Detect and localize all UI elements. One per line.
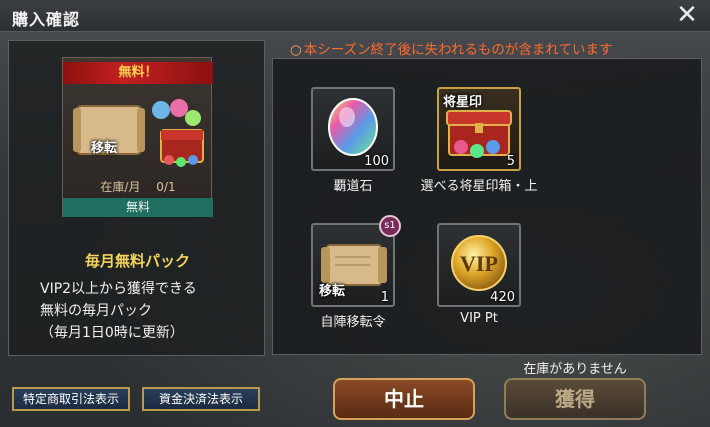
cancel-button[interactable]: 中止 bbox=[333, 378, 475, 420]
reward-item-box: 移転 s1 1 bbox=[311, 215, 401, 307]
reward-item[interactable]: VIP 420 VIP Pt bbox=[437, 223, 521, 326]
pack-description: VIP2以上から獲得できる 無料の毎月パック （毎月1日0時に更新） bbox=[40, 278, 262, 344]
reward-qty: 420 bbox=[490, 290, 515, 305]
pack-stock: 在庫/月 0/1 bbox=[63, 177, 213, 197]
reward-tag: 将星印 bbox=[443, 95, 483, 110]
reward-qty: 1 bbox=[380, 290, 389, 305]
reward-item-box: 100 bbox=[311, 87, 395, 171]
season-badge: s1 bbox=[379, 215, 401, 237]
close-icon[interactable]: ✕ bbox=[674, 2, 700, 28]
reward-item-box: VIP 420 bbox=[437, 223, 521, 307]
pack-free-bar: 無料 bbox=[63, 198, 213, 217]
get-button[interactable]: 獲得 bbox=[504, 378, 646, 420]
pack-desc-line: 無料の毎月パック bbox=[40, 303, 152, 319]
reward-item[interactable]: 100 覇道石 bbox=[311, 87, 395, 194]
reward-item[interactable]: 移転 s1 1 自陣移転令 bbox=[311, 215, 401, 330]
pack-panel: 無料！ 移転 在庫/月 0/1 無料 毎月無料パック VIP2以上から獲得できる… bbox=[8, 40, 265, 356]
stock-value: 0/1 bbox=[156, 180, 176, 194]
free-ribbon: 無料！ bbox=[63, 62, 213, 84]
pack-desc-line: （毎月1日0時に更新） bbox=[40, 325, 184, 341]
specified-commercial-transactions-button[interactable]: 特定商取引法表示 bbox=[12, 387, 130, 411]
dialog-title: 購入確認 bbox=[12, 10, 81, 29]
warning-text: 本シーズン終了後に失われるものが含まれています bbox=[303, 42, 613, 58]
reward-item-box: 将星印 5 bbox=[437, 87, 521, 171]
stock-label: 在庫/月 bbox=[100, 180, 141, 194]
reward-qty: 100 bbox=[364, 154, 389, 169]
payment-services-act-button[interactable]: 資金決済法表示 bbox=[142, 387, 260, 411]
reward-item[interactable]: 将星印 5 選べる将星印箱・上 bbox=[420, 87, 538, 194]
reward-name: 自陣移転令 bbox=[320, 315, 386, 330]
pack-art-label: 移転 bbox=[91, 141, 118, 156]
season-warning: ○ 本シーズン終了後に失われるものが含まれています bbox=[290, 38, 700, 58]
pack-desc-line: VIP2以上から獲得できる bbox=[40, 281, 197, 297]
reward-qty: 5 bbox=[506, 154, 515, 169]
pack-name: 毎月無料パック bbox=[84, 252, 190, 270]
pack-card: 無料！ 移転 在庫/月 0/1 無料 bbox=[62, 57, 213, 217]
reward-tag: 移転 bbox=[319, 284, 346, 299]
reward-name: VIP Pt bbox=[460, 311, 498, 326]
reward-name: 選べる将星印箱・上 bbox=[420, 179, 538, 194]
dialog-header: 購入確認 ✕ bbox=[0, 0, 710, 32]
reward-name: 覇道石 bbox=[333, 179, 373, 194]
svg-text:VIP: VIP bbox=[460, 251, 498, 276]
ring-icon: ○ bbox=[290, 42, 302, 58]
rewards-panel: 100 覇道石 将星印 5 選べる将星印箱・上 移転 s1 1 自陣移転令 VI… bbox=[272, 58, 702, 355]
pack-art-icon bbox=[73, 99, 204, 167]
out-of-stock-label: 在庫がありません bbox=[523, 362, 627, 377]
